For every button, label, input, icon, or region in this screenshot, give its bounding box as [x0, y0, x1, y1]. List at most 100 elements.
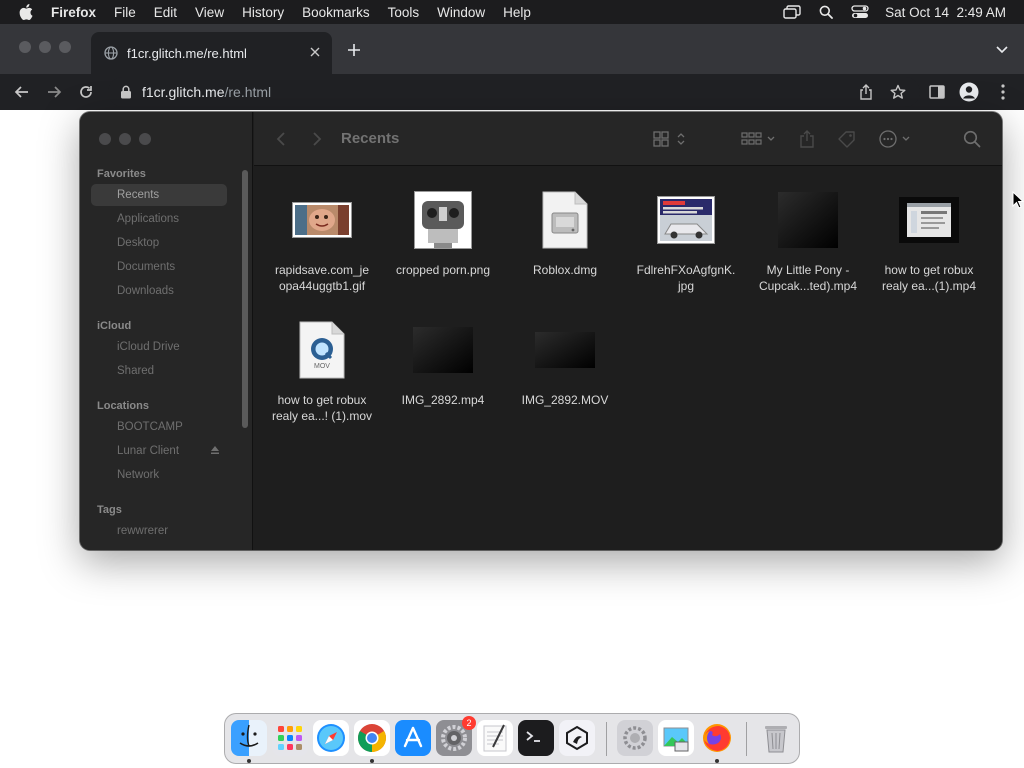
- window-controls: [19, 41, 71, 53]
- forward-arrow-icon[interactable]: [43, 81, 65, 103]
- zoom-window-button[interactable]: [59, 41, 71, 53]
- browser-tab[interactable]: f1cr.glitch.me/re.html: [91, 32, 332, 74]
- dock-finder-icon[interactable]: [231, 720, 267, 756]
- url-host: f1cr.glitch.me: [142, 84, 225, 100]
- file-item[interactable]: how to get robux realy ea...! (1).mov MOV: [262, 315, 382, 425]
- video-thumbnail-icon: [383, 315, 503, 385]
- finder-back-chevron-icon[interactable]: [274, 129, 288, 149]
- share-icon[interactable]: [798, 129, 816, 149]
- dock-chrome-icon[interactable]: [354, 720, 390, 756]
- dock-running-indicator: [715, 759, 719, 763]
- profile-avatar-icon[interactable]: [958, 81, 980, 103]
- finder-zoom-button[interactable]: [139, 133, 151, 145]
- group-by-icon[interactable]: [740, 129, 780, 149]
- dock-safari-icon[interactable]: [313, 720, 349, 756]
- share-icon[interactable]: [855, 81, 877, 103]
- browser-tab-strip: f1cr.glitch.me/re.html: [0, 24, 1024, 74]
- dock-utilities-folder-icon[interactable]: [617, 720, 653, 756]
- finder-window-title: Recents: [341, 130, 400, 147]
- dock-running-indicator: [247, 759, 251, 763]
- sidebar-section-tags: Tags: [97, 504, 122, 516]
- finder-minimize-button[interactable]: [119, 133, 131, 145]
- file-name-line2: jpg: [677, 279, 694, 293]
- sidebar-item-bootcamp[interactable]: BOOTCAMP: [91, 416, 227, 438]
- sidebar-item-recents[interactable]: Recents: [91, 184, 227, 206]
- view-grid-icon[interactable]: [652, 129, 688, 149]
- tag-icon[interactable]: [837, 129, 857, 149]
- control-center-icon[interactable]: [851, 5, 869, 19]
- sidebar-section-favorites: Favorites: [97, 168, 146, 180]
- finder-search-icon[interactable]: [963, 129, 981, 149]
- apple-menu-icon[interactable]: [19, 4, 33, 20]
- file-item[interactable]: rapidsave.com_je opa44uggtb1.gif: [262, 185, 382, 295]
- back-arrow-icon[interactable]: [11, 81, 33, 103]
- menu-file[interactable]: File: [114, 5, 136, 20]
- file-item[interactable]: My Little Pony - Cupcak...ted).mp4: [748, 185, 868, 295]
- sidebar-item-lunar-client[interactable]: Lunar Client: [91, 440, 227, 462]
- menu-edit[interactable]: Edit: [154, 5, 177, 20]
- tab-close-icon[interactable]: [307, 44, 323, 60]
- dock-trash-icon[interactable]: [758, 720, 794, 756]
- sidebar-item-network[interactable]: Network: [91, 464, 227, 486]
- bookmark-star-icon[interactable]: [887, 81, 909, 103]
- file-item[interactable]: IMG_2892.mp4: [383, 315, 503, 425]
- app-name[interactable]: Firefox: [51, 5, 96, 20]
- sidebar-item-icloud-drive[interactable]: iCloud Drive: [91, 336, 227, 358]
- menu-help[interactable]: Help: [503, 5, 531, 20]
- menu-tools[interactable]: Tools: [388, 5, 420, 20]
- close-window-button[interactable]: [19, 41, 31, 53]
- dock-firefox-icon[interactable]: [699, 720, 735, 756]
- finder-forward-chevron-icon[interactable]: [310, 129, 324, 149]
- browser-toolbar: f1cr.glitch.me/re.html: [0, 74, 1024, 110]
- minimize-window-button[interactable]: [39, 41, 51, 53]
- file-name-line2: realy ea...! (1).mov: [271, 409, 373, 423]
- video-screen-thumbnail-icon: [869, 185, 989, 255]
- file-item[interactable]: FdlrehFXoAgfgnK. jpg: [626, 185, 746, 295]
- finder-content: rapidsave.com_je opa44uggtb1.gif cropped …: [254, 167, 1002, 550]
- file-name-line1: My Little Pony -: [766, 263, 850, 277]
- dock-launchpad-icon[interactable]: [272, 720, 308, 756]
- file-name-line1: Roblox.dmg: [532, 263, 598, 277]
- sidebar-toggle-icon[interactable]: [926, 81, 948, 103]
- dock-terminal-icon[interactable]: [518, 720, 554, 756]
- spotlight-icon[interactable]: [817, 5, 835, 19]
- file-name-line1: cropped porn.png: [395, 263, 491, 277]
- dock-preview-icon[interactable]: [658, 720, 694, 756]
- sidebar-item-shared[interactable]: Shared: [91, 360, 227, 382]
- jpg-thumbnail-icon: [626, 185, 746, 255]
- sidebar-item-documents[interactable]: Documents: [91, 256, 227, 278]
- url-path: /re.html: [224, 84, 272, 100]
- dock-system-preferences-icon[interactable]: 2: [436, 716, 476, 756]
- address-bar[interactable]: f1cr.glitch.me/re.html: [108, 77, 920, 107]
- dock-lunar-client-icon[interactable]: [559, 720, 595, 756]
- mouse-cursor-icon: [1012, 191, 1024, 209]
- sidebar-item-applications[interactable]: Applications: [91, 208, 227, 230]
- more-menu-icon[interactable]: [992, 81, 1014, 103]
- tab-search-chevron-icon[interactable]: [994, 42, 1010, 58]
- new-tab-icon[interactable]: [344, 40, 364, 60]
- menu-history[interactable]: History: [242, 5, 284, 20]
- sidebar-item-desktop[interactable]: Desktop: [91, 232, 227, 254]
- file-item[interactable]: IMG_2892.MOV: [505, 315, 625, 425]
- screen-mirroring-icon[interactable]: [783, 5, 801, 19]
- file-name-line2: realy ea...(1).mp4: [881, 279, 977, 293]
- menu-bookmarks[interactable]: Bookmarks: [302, 5, 370, 20]
- eject-icon[interactable]: [209, 444, 221, 456]
- file-name-line1: IMG_2892.mp4: [401, 393, 485, 407]
- menu-bar: Firefox File Edit View History Bookmarks…: [0, 0, 1024, 24]
- sidebar-scrollbar[interactable]: [242, 170, 248, 428]
- finder-close-button[interactable]: [99, 133, 111, 145]
- menu-window[interactable]: Window: [437, 5, 485, 20]
- menu-view[interactable]: View: [195, 5, 224, 20]
- reload-icon[interactable]: [75, 81, 97, 103]
- dock-app-store-icon[interactable]: [395, 720, 431, 756]
- file-item[interactable]: Roblox.dmg: [505, 185, 625, 295]
- action-more-icon[interactable]: [878, 129, 914, 149]
- file-item[interactable]: cropped porn.png: [383, 185, 503, 295]
- sidebar-item-downloads[interactable]: Downloads: [91, 280, 227, 302]
- lock-icon[interactable]: [120, 85, 132, 99]
- dock-textedit-icon[interactable]: [477, 720, 513, 756]
- sidebar-item-tag[interactable]: rewwrerer: [91, 520, 227, 542]
- file-item[interactable]: how to get robux realy ea...(1).mp4: [869, 185, 989, 295]
- menubar-clock[interactable]: Sat Oct 14 2:49 AM: [885, 5, 1006, 20]
